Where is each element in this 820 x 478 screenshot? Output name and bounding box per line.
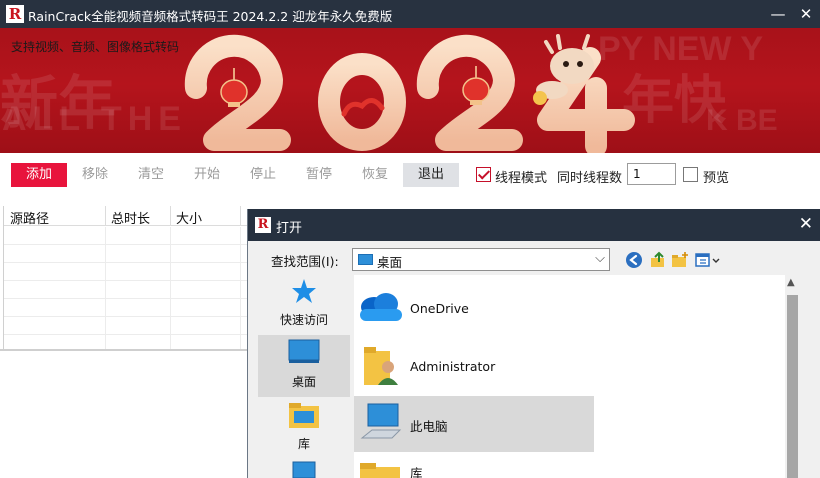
look-in-label: 查找范围(I):: [271, 254, 339, 269]
dragon-mascot-icon: [533, 34, 594, 105]
window-title: RainCrack全能视频音频格式转码王 2024.2.2 迎龙年永久免费版: [28, 9, 393, 24]
column-header-duration[interactable]: 总时长: [111, 208, 150, 227]
dialog-title-bar[interactable]: R 打开 ✕: [248, 209, 820, 241]
onedrive-cloud-icon: [360, 293, 402, 321]
dialog-title: 打开: [276, 221, 303, 236]
start-button[interactable]: 开始: [179, 163, 235, 187]
place-label: 桌面: [291, 375, 316, 389]
thread-mode-checkbox[interactable]: [476, 167, 491, 182]
file-name: 库: [410, 466, 423, 478]
scrollbar-thumb[interactable]: [787, 295, 798, 478]
look-in-dropdown[interactable]: 桌面 ⌵: [352, 248, 610, 271]
vertical-scrollbar[interactable]: ▲: [785, 275, 800, 478]
place-quick-access[interactable]: 快速访问: [258, 275, 350, 337]
table-bottom-border: [0, 349, 247, 351]
exit-button[interactable]: 退出: [403, 163, 459, 187]
file-name: 此电脑: [410, 419, 448, 434]
file-browser-list[interactable]: OneDrive Administrator 此电脑 库: [354, 275, 800, 478]
back-icon[interactable]: [625, 251, 643, 269]
column-divider[interactable]: [170, 206, 171, 226]
column-header-size[interactable]: 大小: [176, 208, 202, 227]
app-logo-icon: R: [6, 5, 24, 23]
banner-subtitle: 支持视频、音频、图像格式转码: [11, 40, 180, 54]
file-item-library[interactable]: 库: [354, 455, 594, 478]
grid-line: [4, 262, 247, 263]
library-icon: [289, 403, 319, 428]
preview-checkbox[interactable]: [683, 167, 698, 182]
user-folder-icon: [364, 347, 398, 385]
dialog-close-button[interactable]: ✕: [799, 214, 813, 234]
grid-line: [4, 244, 247, 245]
grid-line: [4, 316, 247, 317]
desktop-icon: [288, 339, 320, 363]
file-name: Administrator: [410, 359, 496, 374]
file-item-onedrive[interactable]: OneDrive: [354, 281, 594, 337]
minimize-button[interactable]: —: [764, 0, 792, 28]
this-pc-icon: [292, 461, 316, 478]
resume-button[interactable]: 恢复: [347, 163, 403, 187]
column-header-source-path[interactable]: 源路径: [10, 208, 49, 227]
column-divider[interactable]: [105, 206, 106, 226]
place-label: 快速访问: [279, 313, 328, 327]
file-item-administrator[interactable]: Administrator: [354, 339, 594, 395]
view-menu-icon[interactable]: [695, 251, 723, 269]
pause-button[interactable]: 暂停: [291, 163, 347, 187]
thread-count-label: 同时线程数: [557, 171, 623, 186]
places-bar: 快速访问 桌面 库: [248, 275, 352, 478]
place-label: 库: [297, 437, 310, 451]
grid-line: [4, 334, 247, 335]
stop-button[interactable]: 停止: [235, 163, 291, 187]
table-body[interactable]: [4, 227, 247, 350]
main-title-bar[interactable]: R RainCrack全能视频音频格式转码王 2024.2.2 迎龙年永久免费版…: [0, 0, 820, 28]
chevron-down-icon: ⌵: [595, 251, 605, 266]
close-button[interactable]: ✕: [792, 0, 820, 28]
grid-line: [170, 227, 171, 350]
table-header: 源路径 总时长 大小: [4, 206, 247, 227]
grid-line: [105, 227, 106, 350]
preview-label: 预览: [703, 171, 730, 186]
file-item-this-pc[interactable]: 此电脑: [354, 396, 594, 452]
remove-button[interactable]: 移除: [67, 163, 123, 187]
place-library[interactable]: 库: [258, 397, 350, 459]
clear-button[interactable]: 清空: [123, 163, 179, 187]
thread-count-input[interactable]: 1: [627, 163, 676, 185]
desktop-small-icon: [358, 254, 373, 265]
open-file-dialog: R 打开 ✕ 查找范围(I): 桌面 ⌵ 快速访问 桌面 库 OneDrive …: [247, 209, 820, 478]
scroll-up-arrow-icon[interactable]: ▲: [787, 277, 795, 288]
grid-line: [4, 280, 247, 281]
folder-icon: [360, 463, 400, 478]
computer-icon: [360, 403, 402, 439]
place-this-pc[interactable]: [258, 459, 350, 478]
file-name: OneDrive: [410, 301, 469, 316]
add-button[interactable]: 添加: [11, 163, 67, 187]
up-folder-icon[interactable]: [649, 251, 667, 269]
grid-line: [240, 227, 241, 350]
new-year-banner: 新年 ALL THE PY NEW Y 年快 K BE 支持视频、音频、图像格式…: [0, 28, 820, 153]
dialog-logo-icon: R: [255, 217, 271, 233]
thread-mode-label: 线程模式: [495, 171, 548, 186]
lantern-left-icon: [220, 68, 248, 107]
column-divider[interactable]: [240, 206, 241, 226]
quick-access-star-icon: [292, 279, 316, 303]
grid-line: [4, 298, 247, 299]
main-toolbar: 添加 移除 清空 开始 停止 暂停 恢复 退出 线程模式 同时线程数 预览: [0, 153, 820, 196]
lantern-right-icon: [462, 66, 490, 105]
place-desktop[interactable]: 桌面: [258, 335, 350, 397]
look-in-value: 桌面: [377, 255, 403, 270]
new-folder-icon[interactable]: [671, 251, 689, 269]
